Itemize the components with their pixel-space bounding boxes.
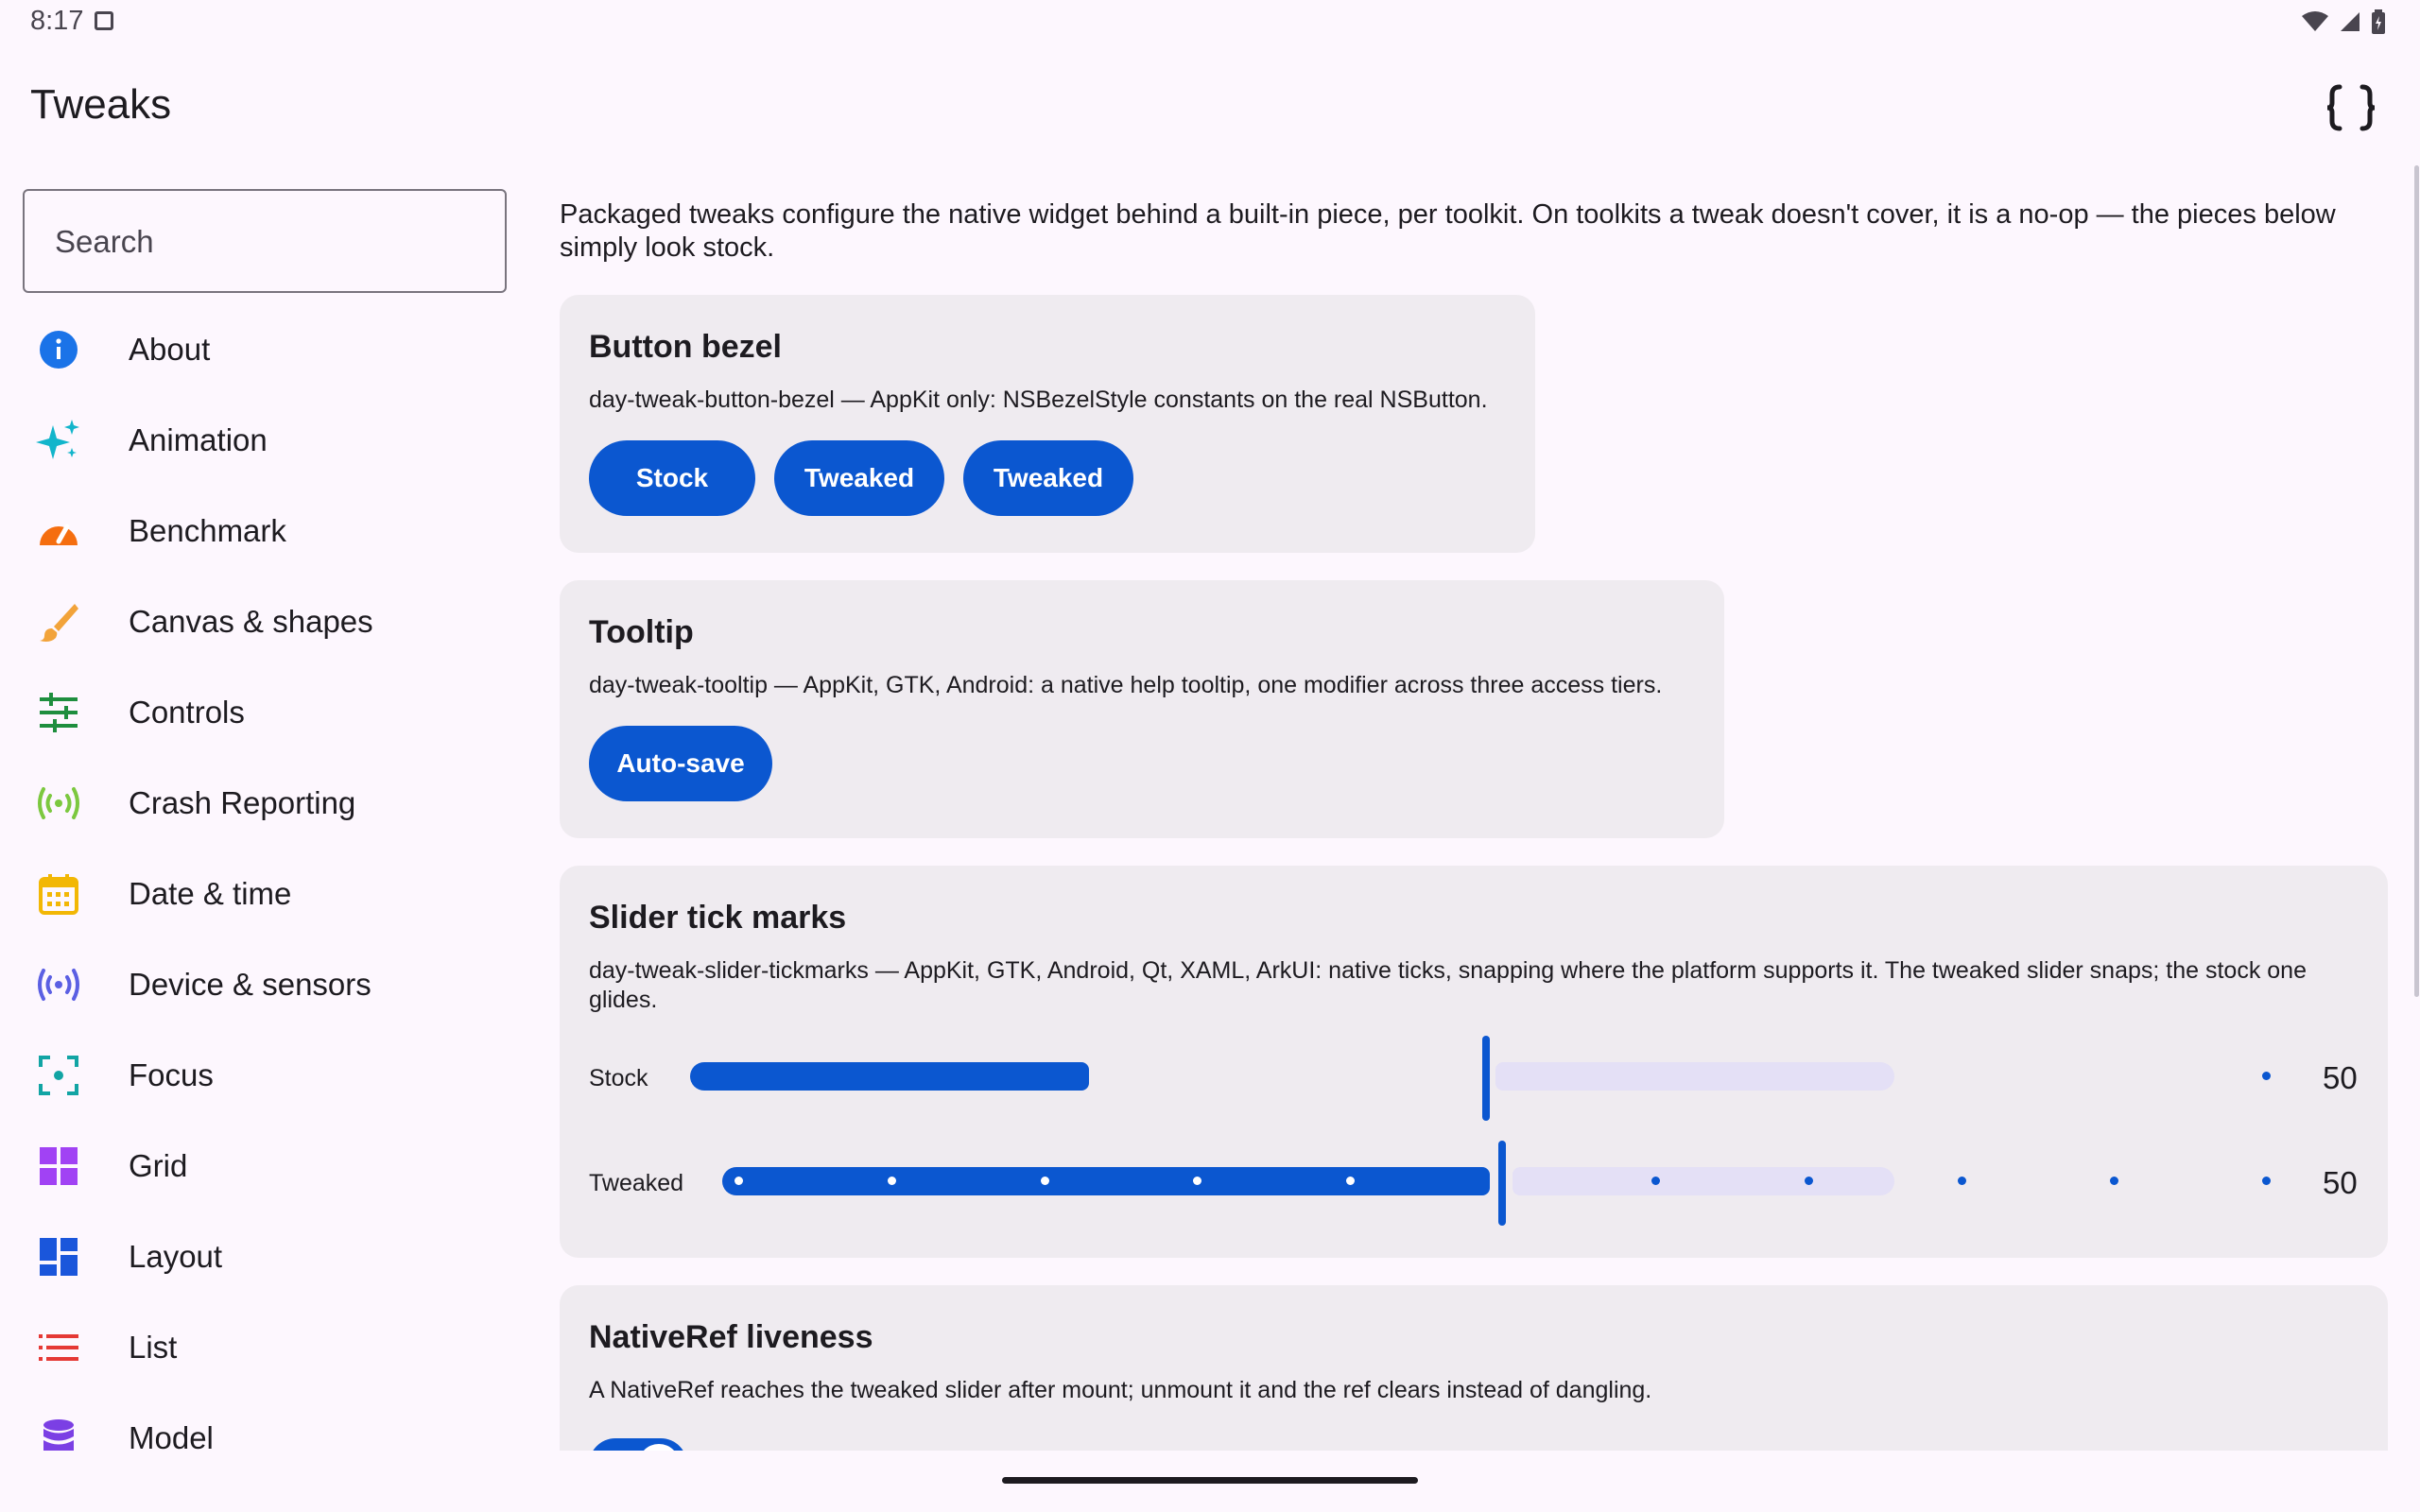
sidebar-item-focus[interactable]: Focus [23,1038,514,1113]
screenshot-notification-icon [95,11,113,30]
slider-tick [1193,1177,1201,1185]
slider-active-track [722,1167,1490,1195]
slider-tick [888,1177,896,1185]
slider-tick [1958,1177,1966,1185]
tweaked-button-alt[interactable]: Tweaked [963,440,1133,516]
wifi-icon [2302,11,2328,31]
sidebar-item-label: Date & time [129,876,292,911]
sidebar-item-animation[interactable]: Animation [23,403,514,478]
content-scrollbar[interactable] [2414,165,2419,997]
tweaked-button[interactable]: Tweaked [774,440,944,516]
card-title: NativeRef liveness [589,1319,873,1355]
sidebar-item-label: Device & sensors [129,967,372,1002]
search-field[interactable] [23,189,507,293]
button-bezel-card: Button bezel day-tweak-button-bezel — Ap… [560,295,1535,553]
calendar-icon [28,864,89,924]
home-indicator[interactable] [1002,1477,1418,1484]
sidebar-item-crash-reporting[interactable]: Crash Reporting [23,765,514,841]
sensors-icon [28,954,89,1015]
slider-thumb[interactable] [1482,1036,1490,1121]
sidebar-item-about[interactable]: About [23,312,514,387]
slider-thumb[interactable] [1498,1141,1506,1226]
sidebar-item-layout[interactable]: Layout [23,1219,514,1295]
stock-slider-value: 50 [2323,1060,2358,1095]
slider-tick [1041,1177,1049,1185]
tooltip-card: Tooltip day-tweak-tooltip — AppKit, GTK,… [560,580,1724,838]
slider-tick [1651,1177,1660,1185]
card-title: Button bezel [589,329,782,365]
sliders-icon [28,682,89,743]
sidebar-item-grid[interactable]: Grid [23,1128,514,1204]
sidebar-item-date-time[interactable]: Date & time [23,856,514,932]
card-description: day-tweak-tooltip — AppKit, GTK, Android… [589,672,1663,698]
status-icons [2301,9,2386,34]
sidebar-item-device-sensors[interactable]: Device & sensors [23,947,514,1022]
slider-tick [735,1177,743,1185]
card-description: day-tweak-button-bezel — AppKit only: NS… [589,387,1488,413]
slider-tick [1346,1177,1355,1185]
slider-tick [2262,1177,2271,1185]
layout-icon [28,1227,89,1287]
sidebar-item-benchmark[interactable]: Benchmark [23,493,514,569]
broadcast-icon [28,773,89,833]
sidebar-item-controls[interactable]: Controls [23,675,514,750]
sidebar-item-label: About [129,332,211,367]
slider-tick [1805,1177,1813,1185]
tweaked-slider-label: Tweaked [589,1170,684,1196]
speedometer-icon [28,501,89,561]
sidebar-item-label: Canvas & shapes [129,604,373,639]
sidebar-item-label: Crash Reporting [129,785,356,820]
sidebar-item-label: Focus [129,1057,214,1092]
signal-icon [2341,12,2360,31]
code-braces-icon [2326,84,2376,131]
sidebar-item-canvas-shapes[interactable]: Canvas & shapes [23,584,514,660]
focus-icon [28,1045,89,1106]
slider-inactive-track [1495,1062,1894,1091]
sidebar-item-label: Benchmark [129,513,286,548]
stock-slider-label: Stock [589,1065,648,1091]
card-description: day-tweak-slider-tickmarks — AppKit, GTK… [589,957,2307,1013]
brush-icon [28,592,89,652]
slider-tick [2262,1072,2271,1080]
sidebar-item-label: List [129,1330,178,1365]
card-title: Tooltip [589,614,694,650]
grid-icon [28,1136,89,1196]
sidebar-item-label: Grid [129,1148,188,1183]
app-title: Tweaks [30,81,172,128]
auto-save-button[interactable]: Auto-save [589,726,772,801]
list-icon [28,1317,89,1378]
sidebar-item-label: Layout [129,1239,223,1274]
slider-tickmarks-card: Slider tick marks day-tweak-slider-tickm… [560,866,2388,1258]
card-title: Slider tick marks [589,900,847,936]
code-view-button[interactable] [2321,77,2381,138]
info-icon [28,319,89,380]
status-time: 8:17 [30,6,84,36]
card-description: A NativeRef reaches the tweaked slider a… [589,1377,1652,1403]
sidebar-item-list[interactable]: List [23,1310,514,1385]
battery-icon [2372,9,2385,34]
slider-active-track [690,1062,1089,1091]
search-input[interactable] [53,191,473,293]
sidebar-item-label: Controls [129,695,245,730]
sparkle-icon [28,410,89,471]
stock-button[interactable]: Stock [589,440,755,516]
slider-tick [2110,1177,2118,1185]
slider-inactive-track [1512,1167,1894,1195]
intro-text: Packaged tweaks configure the native wid… [560,199,2336,263]
sidebar-item-label: Animation [129,422,268,457]
tweaked-slider-value: 50 [2323,1165,2358,1200]
